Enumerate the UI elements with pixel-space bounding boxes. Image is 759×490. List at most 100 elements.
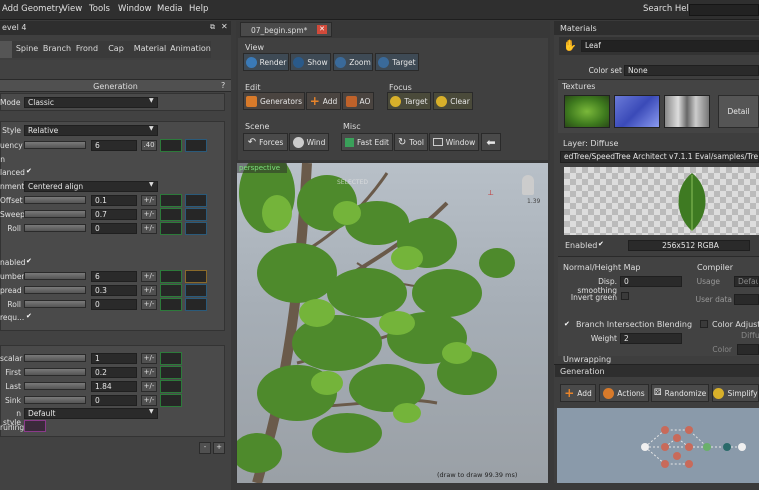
frequ-checkbox[interactable]: ✔ <box>26 313 33 320</box>
sweep-pm-button[interactable]: +/- <box>141 209 157 220</box>
frequency-curve-2[interactable] <box>185 139 207 152</box>
tab-cap[interactable]: Cap <box>102 41 130 58</box>
spread-pm-button[interactable]: +/- <box>141 285 157 296</box>
invert-checkbox[interactable] <box>621 292 629 300</box>
generators-button[interactable]: Generators <box>243 92 305 110</box>
material-name[interactable]: Leaf <box>581 40 759 52</box>
layer-path-field[interactable]: edTree/SpeedTree Architect v7.1.1 Eval/s… <box>560 151 759 163</box>
diffuse-texture-thumb[interactable] <box>564 95 610 128</box>
focus-target-button[interactable]: Target <box>387 92 431 110</box>
sweep-curve[interactable] <box>160 208 182 221</box>
first-curve[interactable] <box>160 366 182 379</box>
search-help-input[interactable] <box>689 4 759 16</box>
sweep-slider[interactable] <box>24 210 86 218</box>
pruning-curve[interactable] <box>24 420 46 432</box>
balanced-checkbox[interactable]: ✔ <box>26 168 33 175</box>
zoom-button[interactable]: Zoom <box>333 53 373 71</box>
color-field[interactable] <box>737 344 759 355</box>
roll-curve-2[interactable] <box>185 222 207 235</box>
last-field[interactable]: 1.84 <box>91 381 137 392</box>
close-tab-icon[interactable]: ✕ <box>317 25 327 34</box>
bib-checkbox[interactable]: ✔ <box>564 321 571 328</box>
mode-select[interactable]: Classic <box>24 97 158 108</box>
spread-curve[interactable] <box>160 284 182 297</box>
number-field[interactable]: 6 <box>91 271 137 282</box>
number-curve-2[interactable] <box>185 270 207 283</box>
style-select[interactable]: Relative <box>24 125 158 136</box>
material-row[interactable]: ✋ Leaf <box>559 37 759 55</box>
tab-animation[interactable]: Animation <box>170 41 211 58</box>
tool-button[interactable]: ↻ Tool <box>394 133 428 151</box>
menu-media[interactable]: Media <box>157 4 183 14</box>
nstyle-select[interactable]: Default <box>24 408 158 419</box>
number-curve[interactable] <box>160 270 182 283</box>
roll-2-slider[interactable] <box>24 300 86 308</box>
tab-material[interactable]: Material <box>130 41 170 58</box>
roll-curve[interactable] <box>160 222 182 235</box>
last-curve[interactable] <box>160 380 182 393</box>
roll-2-pm-button[interactable]: +/- <box>141 299 157 310</box>
scalar-pm-button[interactable]: +/- <box>141 353 157 364</box>
usage-select[interactable]: Default <box>734 276 759 287</box>
window-button[interactable]: Window <box>429 133 479 151</box>
frequency-field[interactable]: 6 <box>91 140 137 151</box>
randomize-button[interactable]: ⚄ Randomize <box>651 384 709 402</box>
first-pm-button[interactable]: +/- <box>141 367 157 378</box>
offset-curve[interactable] <box>160 194 182 207</box>
help-icon[interactable]: ? <box>221 81 225 90</box>
spread-slider[interactable] <box>24 286 86 294</box>
fast-edit-button[interactable]: Fast Edit <box>341 133 393 151</box>
arrow-left-icon[interactable]: ⬅ <box>481 133 501 151</box>
roll-2-curve-2[interactable] <box>185 298 207 311</box>
menu-view[interactable]: View <box>62 4 82 14</box>
menu-add-geometry[interactable]: Add Geometry <box>2 4 64 14</box>
disp-field[interactable]: 0 <box>620 276 682 287</box>
sweep-field[interactable]: 0.7 <box>91 209 137 220</box>
layer-enabled-checkbox[interactable]: ✔ <box>598 241 605 248</box>
userdata-field[interactable] <box>734 294 759 305</box>
roll-slider[interactable] <box>24 224 86 232</box>
offset-curve-2[interactable] <box>185 194 207 207</box>
last-slider[interactable] <box>24 382 86 390</box>
roll-2-field[interactable]: 0 <box>91 299 137 310</box>
menu-help[interactable]: Help <box>189 4 208 14</box>
sweep-curve-2[interactable] <box>185 208 207 221</box>
specular-texture-thumb[interactable] <box>664 95 710 128</box>
unwrapping-label[interactable]: Unwrapping <box>563 355 611 364</box>
roll-field[interactable]: 0 <box>91 223 137 234</box>
focus-clear-button[interactable]: Clear <box>433 92 473 110</box>
gen-add-button[interactable]: + Add <box>560 384 596 402</box>
number-slider[interactable] <box>24 272 86 280</box>
tab-branch[interactable]: Branch <box>42 41 72 58</box>
add-button[interactable]: + Add <box>306 92 341 110</box>
render-button[interactable]: Render <box>243 53 289 71</box>
show-button[interactable]: Show <box>290 53 331 71</box>
spread-field[interactable]: 0.3 <box>91 285 137 296</box>
roll-2-curve[interactable] <box>160 298 182 311</box>
float-icon[interactable]: ⧉ <box>210 23 215 32</box>
tab-spine[interactable]: Spine <box>12 41 42 58</box>
spread-curve-2[interactable] <box>185 284 207 297</box>
frequency-curve[interactable] <box>160 139 182 152</box>
generation-header[interactable]: Generation ? <box>0 79 231 92</box>
scalar-slider[interactable] <box>24 354 86 362</box>
simplify-button[interactable]: Simplify <box>712 384 759 402</box>
menu-window[interactable]: Window <box>118 4 152 14</box>
scalar-curve[interactable] <box>160 352 182 365</box>
weight-field[interactable]: 2 <box>620 333 682 344</box>
colorset-select[interactable]: None <box>624 65 759 76</box>
alignment-select[interactable]: Centered align <box>24 181 158 192</box>
sink-field[interactable]: 0 <box>91 395 137 406</box>
first-field[interactable]: 0.2 <box>91 367 137 378</box>
light-icon[interactable] <box>522 175 534 195</box>
frequency-slider[interactable] <box>24 141 86 149</box>
first-slider[interactable] <box>24 368 86 376</box>
offset-slider[interactable] <box>24 196 86 204</box>
ao-button[interactable]: AO <box>342 92 374 110</box>
close-icon[interactable]: ✕ <box>221 22 228 31</box>
roll-pm-button[interactable]: +/- <box>141 223 157 234</box>
sink-pm-button[interactable]: +/- <box>141 395 157 406</box>
viewport[interactable]: perspective SELECTED 1.39 ⟂ (draw to dra… <box>237 163 548 483</box>
view-target-button[interactable]: Target <box>375 53 419 71</box>
detail-button[interactable]: Detail <box>718 95 759 128</box>
